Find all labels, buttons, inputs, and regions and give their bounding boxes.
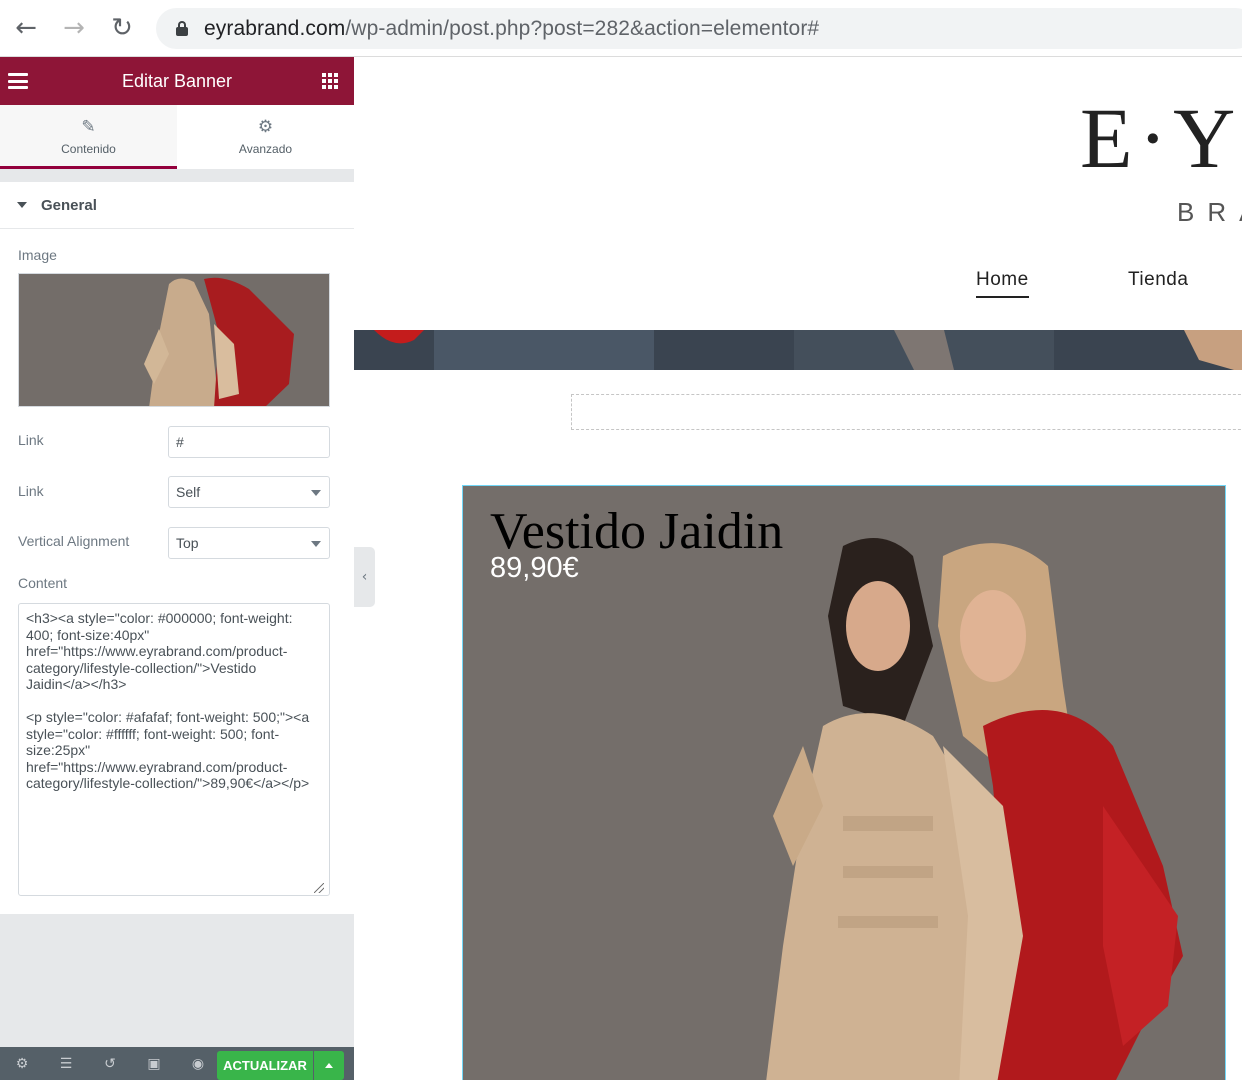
menu-item-home[interactable]: Home [976,269,1029,298]
browser-toolbar: ← → ↻ eyrabrand.com/wp-admin/post.php?po… [0,0,1242,57]
site-logo[interactable]: E·Y· [1080,95,1242,181]
pencil-icon: ✎ [81,117,96,137]
tab-avanzado-label: Avanzado [238,142,293,156]
link-label: Link [18,432,44,448]
chevron-down-icon [311,490,321,496]
back-arrow-icon[interactable]: ← [10,12,42,44]
gear-icon: ⚙ [257,117,274,137]
collapse-panel-icon[interactable]: ‹ [354,547,375,607]
update-options-icon[interactable] [314,1051,344,1080]
content-textarea[interactable]: <h3><a style="color: #000000; font-weigh… [18,603,330,896]
widgets-grid-icon[interactable] [322,73,338,89]
hamburger-menu-icon[interactable] [8,73,28,89]
address-bar[interactable]: eyrabrand.com/wp-admin/post.php?post=282… [156,8,1242,49]
tab-contenido[interactable]: ✎ Contenido [0,105,177,169]
controls-area: Image Link # Link Self Vertical Alignmen… [0,229,354,914]
section-title: General [41,196,97,214]
menu-item-tienda[interactable]: Tienda [1128,269,1188,291]
vertical-alignment-label: Vertical Alignment [18,533,130,549]
chevron-down-icon [311,541,321,547]
banner-thumbnail-image [19,274,329,406]
image-label: Image [18,247,57,263]
reload-icon[interactable]: ↻ [106,12,138,44]
panel-footer: ⚙ ☰ ↺ ▣ ◉ ACTUALIZAR [0,1047,354,1080]
empty-section-dropzone[interactable] [571,394,1242,430]
url-path: /wp-admin/post.php?post=282&action=eleme… [345,16,820,40]
settings-icon[interactable]: ⚙ [0,1056,44,1072]
link-input[interactable]: # [168,426,330,458]
update-button[interactable]: ACTUALIZAR [217,1051,313,1080]
navigator-layers-icon[interactable]: ☰ [44,1056,88,1072]
link-target-label: Link [18,483,44,499]
tab-avanzado[interactable]: ⚙ Avanzado [177,105,354,169]
history-icon[interactable]: ↺ [88,1056,132,1072]
link-target-value: Self [176,484,201,500]
hero-image-strip [354,330,1242,370]
section-general-toggle[interactable]: General [0,182,354,229]
page-preview: ‹ E·Y· BRA Home Tienda [354,57,1242,1080]
panel-header: Editar Banner [0,57,354,105]
link-target-select[interactable]: Self [168,476,330,508]
tab-contenido-label: Contenido [61,142,116,156]
preview-eye-icon[interactable]: ◉ [176,1056,220,1072]
site-logo-subtitle: BRA [1177,197,1242,227]
vertical-alignment-value: Top [176,535,199,551]
hero-image [354,330,1242,370]
url-text[interactable]: eyrabrand.com/wp-admin/post.php?post=282… [204,17,819,41]
banner-price-link[interactable]: 89,90€ [490,552,579,585]
responsive-mode-icon[interactable]: ▣ [132,1056,176,1072]
image-picker[interactable] [18,273,330,407]
url-domain: eyrabrand.com [204,16,346,40]
content-label: Content [18,575,68,591]
vertical-alignment-select[interactable]: Top [168,527,330,559]
banner-widget[interactable]: Vestido Jaidin 89,90€ [462,485,1226,1080]
panel-tabs: ✎ Contenido ⚙ Avanzado [0,105,354,169]
forward-arrow-icon[interactable]: → [58,12,90,44]
lock-icon [176,21,188,36]
editor-panel: Editar Banner ✎ Contenido ⚙ Avanzado Gen… [0,57,354,1080]
panel-title: Editar Banner [121,70,233,91]
caret-down-icon [17,202,27,208]
resize-handle-icon[interactable] [314,883,324,893]
